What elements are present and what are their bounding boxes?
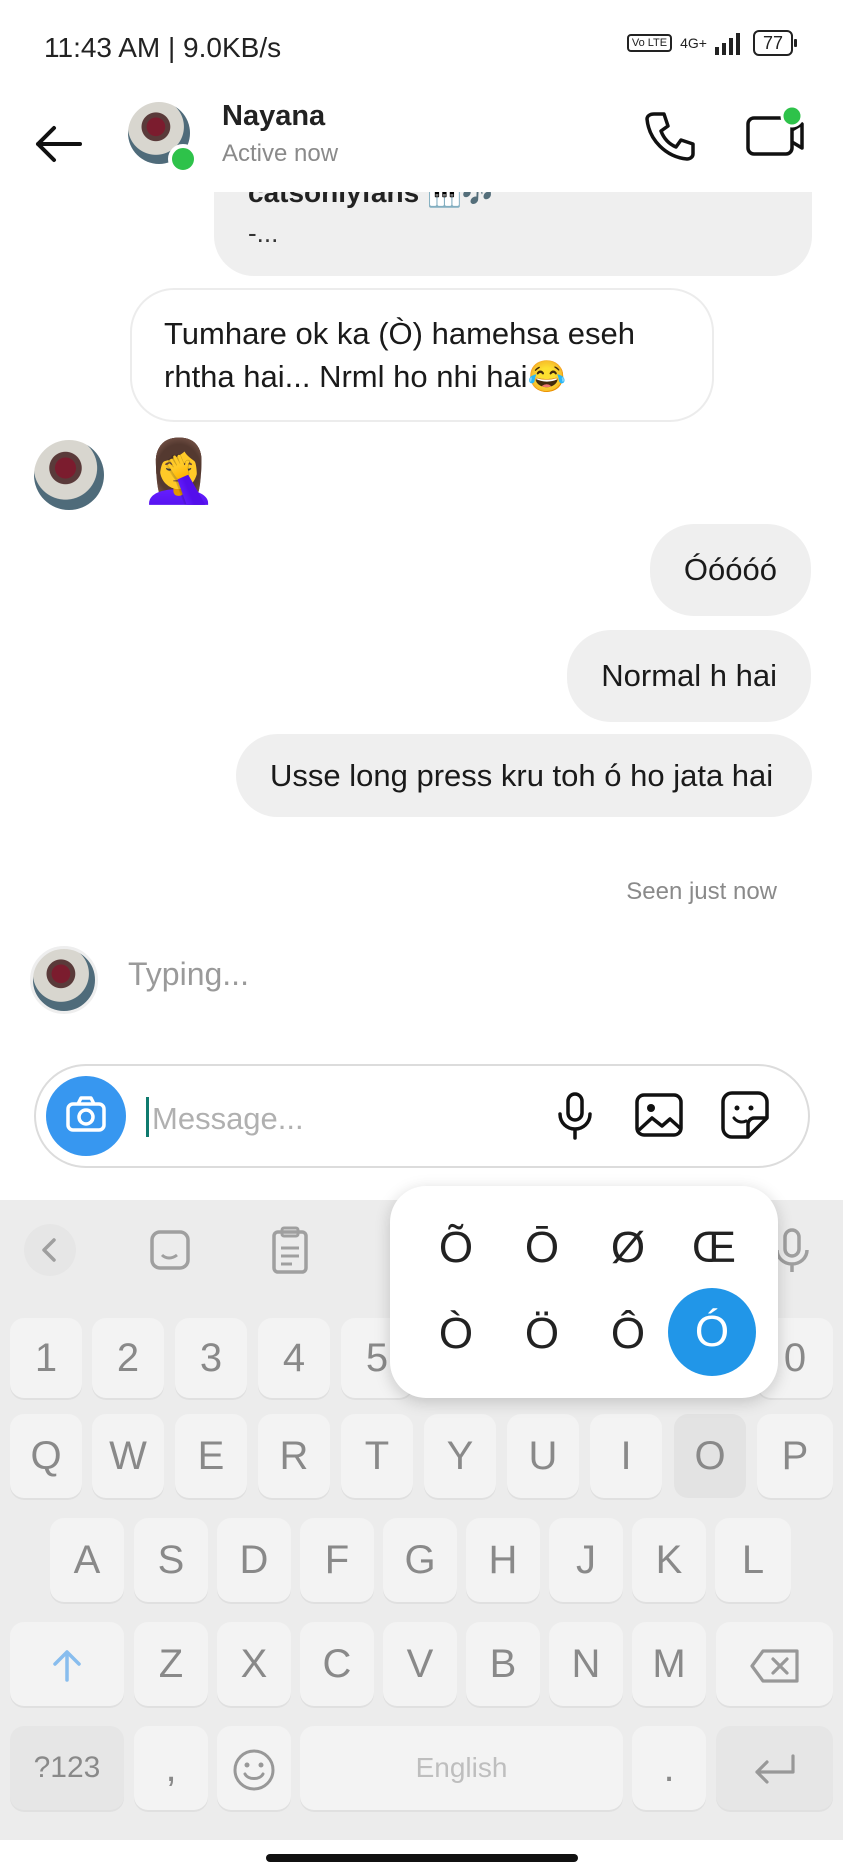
key-3[interactable]: 3 [175, 1318, 247, 1398]
incoming-message-bubble[interactable]: Tumhare ok ka (Ò) hamehsa eseh rhtha hai… [130, 288, 714, 422]
key-4[interactable]: 4 [258, 1318, 330, 1398]
accent-option[interactable]: Ô [586, 1292, 670, 1376]
key-k[interactable]: K [632, 1518, 706, 1602]
sticker-toolbar-icon[interactable] [142, 1222, 198, 1278]
key-w[interactable]: W [92, 1414, 164, 1498]
accent-option-selected[interactable]: Ó [668, 1288, 756, 1376]
shared-post-caption: -... [248, 218, 279, 248]
key-t[interactable]: T [341, 1414, 413, 1498]
key-m[interactable]: M [632, 1622, 706, 1706]
key-d[interactable]: D [217, 1518, 291, 1602]
key-o[interactable]: O [674, 1414, 746, 1498]
key-j[interactable]: J [549, 1518, 623, 1602]
status-time: 11:43 AM | 9.0KB/s [44, 32, 282, 63]
key-c[interactable]: C [300, 1622, 374, 1706]
accent-option[interactable]: Ō [500, 1206, 584, 1290]
key-e[interactable]: E [175, 1414, 247, 1498]
back-arrow-icon[interactable] [30, 116, 86, 172]
microphone-icon[interactable] [548, 1088, 602, 1142]
seen-indicator: Seen just now [626, 878, 777, 905]
message-input[interactable] [150, 1090, 534, 1148]
home-indicator[interactable] [266, 1854, 578, 1862]
accent-option[interactable]: Ò [414, 1292, 498, 1376]
status-icons: Vo LTE 4G+ 77 [626, 30, 798, 56]
online-indicator [168, 144, 198, 174]
key-h[interactable]: H [466, 1518, 540, 1602]
key-i[interactable]: I [590, 1414, 662, 1498]
key-f[interactable]: F [300, 1518, 374, 1602]
accent-option[interactable]: Œ [672, 1206, 756, 1290]
key-g[interactable]: G [383, 1518, 457, 1602]
shift-key[interactable] [10, 1622, 124, 1706]
battery-icon: 77 [752, 30, 798, 56]
key-u[interactable]: U [507, 1414, 579, 1498]
smiley-icon [233, 1749, 275, 1791]
volte-icon: Vo LTE [626, 34, 673, 52]
key-l[interactable]: L [715, 1518, 791, 1602]
typing-indicator: Typing... [128, 956, 249, 992]
enter-key[interactable] [716, 1726, 833, 1810]
key-v[interactable]: V [383, 1622, 457, 1706]
gallery-icon[interactable] [632, 1088, 686, 1142]
phone-icon[interactable] [640, 106, 700, 166]
emoji-key[interactable] [217, 1726, 291, 1810]
backspace-icon [749, 1649, 799, 1684]
outgoing-message-bubble[interactable]: Normal h hai [567, 630, 811, 722]
contact-name[interactable]: Nayana [222, 100, 325, 133]
camera-button[interactable] [46, 1076, 126, 1156]
key-y[interactable]: Y [424, 1414, 496, 1498]
video-call-icon[interactable] [744, 104, 806, 166]
accent-popup: Õ Ō Ø Œ Ò Ö Ô Ó [390, 1186, 778, 1398]
key-r[interactable]: R [258, 1414, 330, 1498]
facepalm-emoji-message[interactable]: 🤦‍♀️ [140, 436, 217, 508]
clipboard-icon[interactable] [262, 1222, 318, 1278]
key-1[interactable]: 1 [10, 1318, 82, 1398]
comma-key[interactable]: , [134, 1726, 208, 1810]
sender-avatar[interactable] [34, 440, 104, 510]
chevron-left-icon[interactable] [22, 1222, 78, 1278]
accent-option[interactable]: Õ [414, 1206, 498, 1290]
sticker-icon[interactable] [718, 1088, 772, 1142]
shift-arrow-icon [53, 1650, 81, 1683]
status-bar: 11:43 AM | 9.0KB/s Vo LTE 4G+ 77 [0, 0, 843, 96]
accent-option[interactable]: Ø [586, 1206, 670, 1290]
key-q[interactable]: Q [10, 1414, 82, 1498]
network-label: 4G+ [680, 35, 707, 51]
contact-status: Active now [222, 140, 339, 167]
backspace-key[interactable] [716, 1622, 833, 1706]
key-b[interactable]: B [466, 1622, 540, 1706]
key-z[interactable]: Z [134, 1622, 208, 1706]
text-caret [146, 1097, 149, 1137]
accent-option[interactable]: Ö [500, 1292, 584, 1376]
key-2[interactable]: 2 [92, 1318, 164, 1398]
key-p[interactable]: P [757, 1414, 833, 1498]
outgoing-message-bubble[interactable]: Óóóóó [649, 524, 811, 616]
key-a[interactable]: A [50, 1518, 124, 1602]
key-x[interactable]: X [217, 1622, 291, 1706]
period-key[interactable]: . [632, 1726, 706, 1810]
typing-avatar [30, 946, 98, 1014]
camera-icon [66, 1096, 106, 1132]
chat-header: Nayana Active now [0, 96, 843, 192]
enter-icon [754, 1754, 795, 1785]
space-key[interactable]: English [300, 1726, 623, 1810]
outgoing-message-bubble[interactable]: Usse long press kru toh ó ho jata hai [236, 734, 812, 817]
symbols-key[interactable]: ?123 [10, 1726, 124, 1810]
signal-icon [714, 33, 740, 55]
key-s[interactable]: S [134, 1518, 208, 1602]
key-n[interactable]: N [549, 1622, 623, 1706]
